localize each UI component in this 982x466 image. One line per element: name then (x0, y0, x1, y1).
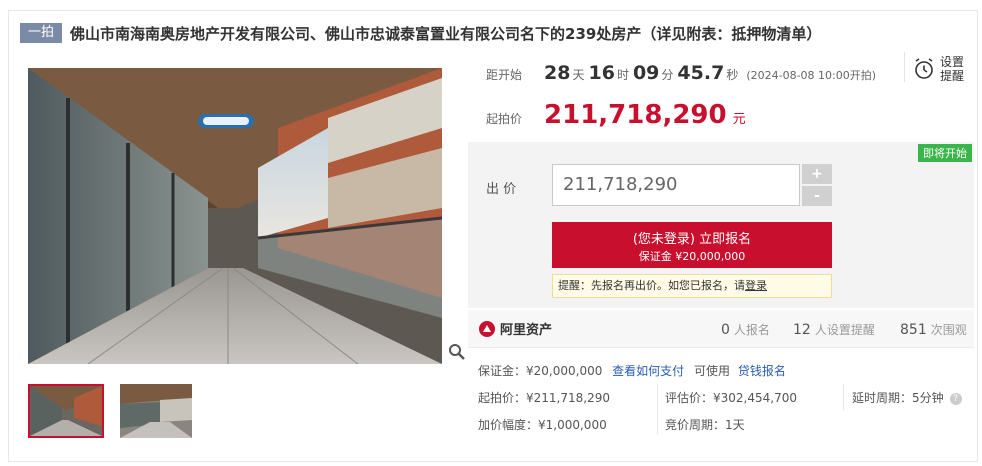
divider (657, 384, 658, 434)
start-time: (2024-08-08 10:00开拍) (746, 69, 877, 82)
reminder-label-1: 设置 (940, 55, 965, 69)
increase-bid-button[interactable]: + (802, 164, 832, 184)
countdown-label: 距开始 (486, 68, 523, 82)
photo-thumbnail-2[interactable] (120, 384, 196, 438)
signup-count: 0 人报名 (721, 321, 770, 338)
stats-row: 阿里资产 0 人报名 12 人设置提醒 851 次围观 (468, 310, 974, 348)
signup-count-label: 人报名 (733, 323, 770, 337)
signup-count-value: 0 (721, 322, 730, 338)
extension-info: 延时周期：5分钟? (852, 389, 962, 406)
main-property-photo[interactable] (28, 68, 442, 364)
view-count-label: 次围观 (930, 323, 967, 337)
start-price: 起拍价 211,718,290 元 (486, 100, 746, 130)
extension-text: 延时周期：5分钟 (852, 391, 944, 405)
view-count: 851 次围观 (900, 321, 967, 338)
signup-button[interactable]: (您未登录) 立即报名 保证金 ¥20,000,000 (552, 222, 832, 268)
zoom-icon[interactable] (448, 343, 466, 361)
divider (904, 52, 905, 82)
bid-box: 即将开始 出 价 211,718,290 + - (您未登录) 立即报名 保证金… (468, 142, 974, 308)
ali-assets-icon (479, 320, 495, 337)
help-icon[interactable]: ? (949, 392, 962, 405)
countdown-seconds: 45.7 (677, 62, 725, 84)
reminder-count: 12 人设置提醒 (793, 321, 875, 338)
photo-thumbnail-1[interactable] (28, 384, 104, 438)
tip-text: 提醒：先报名再出价。如您已报名，请 (558, 279, 745, 292)
page-title: 佛山市南海南奥房地产开发有限公司、佛山市忠诚泰富置业有限公司名下的239处房产（… (70, 24, 822, 43)
login-link[interactable]: 登录 (745, 279, 767, 292)
cycle-info: 竞价周期：1天 (665, 418, 745, 432)
signup-deposit-label: 保证金 ¥20,000,000 (638, 250, 746, 263)
bid-label: 出 价 (486, 182, 517, 197)
title-row: 一拍 佛山市南海南奥房地产开发有限公司、佛山市忠诚泰富置业有限公司名下的239处… (20, 22, 970, 44)
countdown: 距开始 28 天 16 时 09 分 45.7 秒 (2024-08-08 10… (486, 62, 876, 84)
countdown-days: 28 (544, 62, 571, 84)
start-price-unit: 元 (732, 112, 746, 127)
price-box: 距开始 28 天 16 时 09 分 45.7 秒 (2024-08-08 10… (468, 48, 974, 140)
login-tip: 提醒：先报名再出价。如您已报名，请登录 (552, 274, 832, 298)
reminder-count-value: 12 (793, 322, 811, 338)
countdown-hours: 16 (588, 62, 615, 84)
deposit-info: 保证金：¥20,000,000 (478, 364, 603, 378)
alarm-clock-icon (915, 58, 933, 79)
auction-round-badge: 一拍 (20, 23, 63, 43)
reminder-count-label: 人设置提醒 (814, 323, 875, 337)
brand-name: 阿里资产 (500, 323, 553, 338)
bid-amount-input[interactable]: 211,718,290 (552, 164, 800, 206)
minutes-unit: 分 (661, 68, 674, 82)
valuation-info: 评估价：¥302,454,700 (665, 391, 797, 405)
status-badge: 即将开始 (918, 144, 972, 162)
countdown-minutes: 09 (632, 62, 660, 84)
start-price-value: 211,718,290 (544, 100, 727, 130)
start-price-label: 起拍价 (486, 112, 523, 126)
days-unit: 天 (572, 68, 585, 82)
seconds-unit: 秒 (726, 68, 739, 82)
loan-signup-link[interactable]: 贷钱报名 (738, 364, 786, 378)
view-count-value: 851 (900, 322, 927, 338)
divider (843, 384, 844, 410)
hours-unit: 时 (616, 68, 629, 82)
increment-info: 加价幅度：¥1,000,000 (478, 418, 607, 432)
ali-assets-logo: 阿里资产 (478, 319, 552, 338)
decrease-bid-button[interactable]: - (802, 186, 832, 206)
available-label: 可使用 (694, 364, 731, 378)
deposit-line: 保证金：¥20,000,000 查看如何支付 可使用 贷钱报名 (478, 362, 786, 379)
reminder-label-2: 提醒 (940, 69, 965, 83)
how-to-pay-link[interactable]: 查看如何支付 (612, 364, 684, 378)
set-reminder-button[interactable]: 设置 提醒 (912, 52, 972, 86)
signup-button-label: (您未登录) 立即报名 (632, 232, 752, 247)
start-price-info: 起拍价：¥211,718,290 (478, 391, 610, 405)
